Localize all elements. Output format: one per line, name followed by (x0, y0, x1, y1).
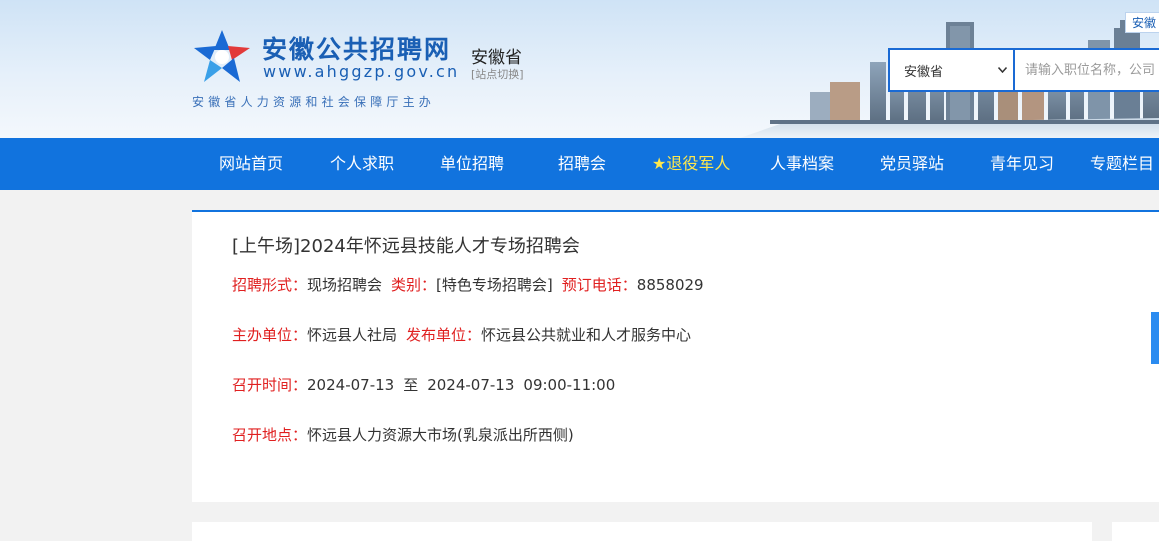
nav-item-personnel-files[interactable]: 人事档案 (770, 138, 834, 190)
nav-item-special-topics[interactable]: 专题栏目 (1090, 138, 1154, 190)
logo-title[interactable]: 安徽公共招聘网 (262, 30, 451, 66)
organizer-value: 怀远县人社局 (307, 326, 398, 344)
place-label: 召开地点： (232, 426, 308, 444)
nav-item-veterans[interactable]: ★退役军人 (652, 138, 730, 190)
region-corner-tag[interactable]: 安徽 (1124, 12, 1159, 33)
phone-value: 8858029 (636, 276, 704, 294)
search-box: 安徽省 (888, 48, 1159, 92)
main-nav: 网站首页 个人求职 单位招聘 招聘会 ★退役军人 人事档案 党员驿站 青年见习 … (0, 138, 1159, 190)
info-row-organizer: 主办单位：怀远县人社局 发布单位：怀远县公共就业和人才服务中心 (232, 324, 691, 345)
phone-label: 预订电话： (561, 276, 637, 294)
nav-item-party-station[interactable]: 党员驿站 (880, 138, 944, 190)
organizer-label: 主办单位： (232, 326, 308, 344)
category-label: 类别： (391, 276, 437, 294)
search-input[interactable] (1015, 50, 1159, 90)
region-select[interactable]: 安徽省 (890, 50, 1015, 90)
job-fair-title: [上午场]2024年怀远县技能人才专场招聘会 (232, 236, 580, 257)
nav-item-employer[interactable]: 单位招聘 (440, 138, 504, 190)
place-value: 怀远县人力资源大市场(乳泉派出所西侧) (307, 426, 574, 444)
region-select-value: 安徽省 (904, 64, 944, 80)
form-label: 招聘形式： (232, 276, 308, 294)
time-hours: 09:00-11:00 (523, 376, 616, 394)
time-label: 召开时间： (232, 376, 308, 394)
floating-side-tab[interactable] (1151, 312, 1159, 364)
nav-item-job-fair[interactable]: 招聘会 (558, 138, 606, 190)
current-region: 安徽省 (471, 48, 522, 68)
publisher-label: 发布单位： (406, 326, 482, 344)
nav-item-youth-internship[interactable]: 青年见习 (990, 138, 1054, 190)
next-section-card-side (1112, 522, 1159, 541)
site-header: 安徽公共招聘网 www.ahggzp.gov.cn 安徽省 [站点切换] 安徽省… (0, 0, 1159, 138)
logo-url[interactable]: www.ahggzp.gov.cn (263, 62, 459, 81)
category-value: [特色专场招聘会] (436, 276, 553, 294)
info-row-time: 召开时间：2024-07-13 至 2024-07-13 09:00-11:00 (232, 374, 615, 395)
publisher-value: 怀远县公共就业和人才服务中心 (481, 326, 692, 344)
time-end: 2024-07-13 (427, 376, 515, 394)
site-slogan: 安徽省人力资源和社会保障厅主办 (192, 95, 436, 109)
info-row-place: 召开地点：怀远县人力资源大市场(乳泉派出所西侧) (232, 424, 574, 445)
nav-item-home[interactable]: 网站首页 (219, 138, 283, 190)
nav-item-job-seeker[interactable]: 个人求职 (330, 138, 394, 190)
time-start: 2024-07-13 (307, 376, 395, 394)
region-switch-link[interactable]: [站点切换] (471, 66, 524, 82)
site-logo-icon[interactable] (192, 28, 252, 84)
next-section-card (192, 522, 1092, 541)
chevron-down-icon (998, 67, 1007, 73)
info-row-form: 招聘形式：现场招聘会 类别：[特色专场招聘会] 预订电话：8858029 (232, 274, 704, 295)
time-separator: 至 (403, 376, 419, 394)
job-fair-detail-card: [上午场]2024年怀远县技能人才专场招聘会 招聘形式：现场招聘会 类别：[特色专… (192, 210, 1159, 502)
form-value: 现场招聘会 (307, 276, 383, 294)
